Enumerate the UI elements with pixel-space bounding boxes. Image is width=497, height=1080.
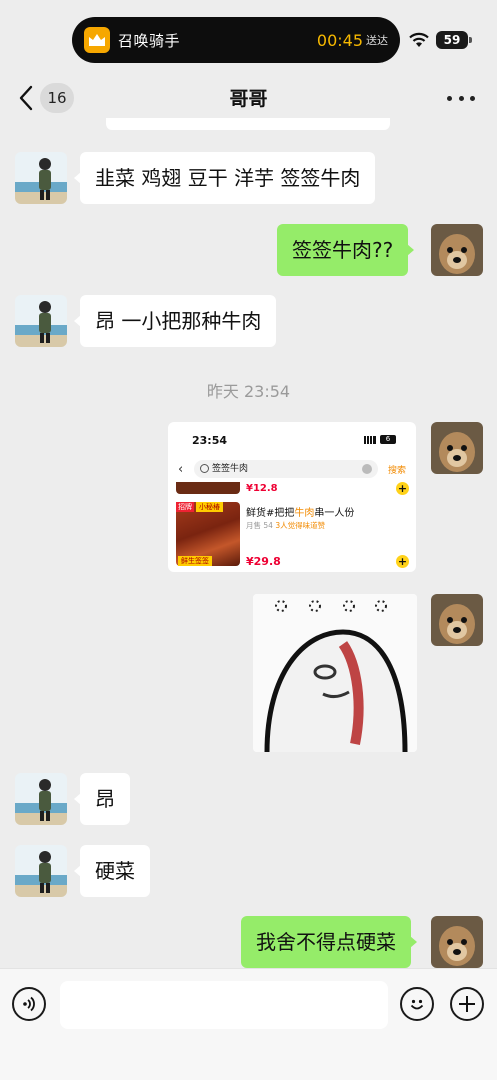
contact-avatar[interactable] bbox=[15, 152, 67, 204]
my-avatar[interactable] bbox=[431, 916, 483, 968]
received-message[interactable]: 硬菜 bbox=[74, 845, 150, 897]
my-avatar[interactable] bbox=[431, 594, 483, 646]
product-tag: 招牌 bbox=[176, 502, 194, 512]
more-icon[interactable] bbox=[447, 88, 475, 108]
screenshot-back-icon: ‹ bbox=[178, 462, 184, 477]
screenshot-search-field: 签签牛肉 bbox=[194, 460, 378, 478]
message-input-bar bbox=[0, 968, 497, 1080]
emoji-icon[interactable] bbox=[400, 987, 434, 1021]
previous-message-bubble bbox=[106, 118, 390, 130]
voice-icon[interactable] bbox=[12, 987, 46, 1021]
chat-title: 哥哥 bbox=[229, 88, 268, 110]
my-avatar[interactable] bbox=[431, 224, 483, 276]
screenshot-time: 23:54 bbox=[192, 434, 228, 447]
screenshot-status-icons: 6 bbox=[364, 435, 396, 444]
received-message[interactable]: 昂 一小把那种牛肉 bbox=[73, 295, 277, 347]
rider-app-icon bbox=[84, 27, 110, 53]
sent-message[interactable]: 签签牛肉?? bbox=[277, 224, 415, 276]
shop-tag: 小秘椿 bbox=[196, 502, 223, 512]
product-price: ¥12.8 bbox=[246, 483, 278, 494]
shared-screenshot-image[interactable]: 23:54 6 ‹ 签签牛肉 搜索 ¥12.8 + 招牌 小秘椿 鲜生签签 鲜货… bbox=[168, 422, 416, 572]
received-message[interactable]: 昂 bbox=[74, 773, 130, 825]
product-sales: 月售 54 3人觉得味道赞 bbox=[246, 521, 326, 530]
delivery-timer: 00:45 bbox=[316, 30, 363, 50]
add-to-cart-icon: + bbox=[396, 555, 409, 568]
signal-icon bbox=[364, 435, 376, 444]
sent-message[interactable]: 我舍不得点硬菜 bbox=[241, 916, 417, 968]
contact-avatar[interactable] bbox=[15, 295, 67, 347]
contact-avatar[interactable] bbox=[15, 845, 67, 897]
message-timestamp: 昨天 23:54 bbox=[206, 382, 291, 401]
received-message[interactable]: 韭菜 鸡翅 豆干 洋芋 签签牛肉 bbox=[73, 152, 376, 204]
delivery-timer-suffix: 送达 bbox=[366, 34, 388, 47]
battery-icon: 59 bbox=[436, 31, 472, 49]
wifi-icon bbox=[409, 32, 429, 47]
screenshot-search-button: 搜索 bbox=[387, 466, 406, 476]
product-price: ¥29.8 bbox=[246, 555, 281, 568]
sticker-image[interactable] bbox=[253, 594, 417, 752]
add-icon[interactable] bbox=[450, 987, 484, 1021]
product-bottom-tag: 鲜生签签 bbox=[178, 556, 212, 566]
screenshot-battery-icon: 6 bbox=[380, 435, 396, 444]
dynamic-island[interactable]: 召唤骑手 00:45 送达 bbox=[72, 17, 400, 63]
product-name: 鲜货#把把牛肉串一人份 bbox=[246, 508, 355, 519]
product-thumbnail bbox=[176, 482, 240, 494]
live-activity-app-name: 召唤骑手 bbox=[118, 31, 181, 50]
screenshot-search-query: 签签牛肉 bbox=[212, 464, 249, 474]
contact-avatar[interactable] bbox=[15, 773, 67, 825]
message-input[interactable] bbox=[60, 981, 388, 1029]
my-avatar[interactable] bbox=[431, 422, 483, 474]
clear-icon bbox=[362, 464, 372, 474]
add-to-cart-icon: + bbox=[396, 482, 409, 495]
